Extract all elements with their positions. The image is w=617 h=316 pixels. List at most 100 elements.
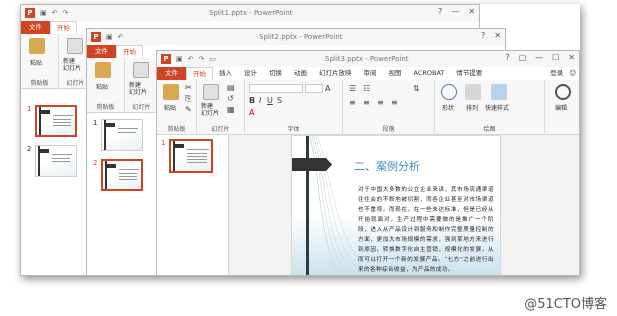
slide-thumbnail-2[interactable] bbox=[101, 159, 143, 191]
user-icon[interactable]: ☺ bbox=[566, 67, 579, 80]
slide-thumbnail-1[interactable] bbox=[101, 119, 143, 151]
tab-home[interactable]: 开始 bbox=[50, 21, 77, 34]
quick-access-toolbar: P ▣ ↶ ↷ ▭ bbox=[161, 54, 216, 64]
help-icon[interactable]: ? bbox=[438, 7, 442, 16]
ribbon-tabs: 文件 开始 插入 设计 切换 动画 幻灯片放映 审阅 视图 ACROBAT 情节… bbox=[157, 67, 579, 80]
undo-icon[interactable]: ↶ bbox=[52, 9, 58, 17]
italic-icon[interactable]: I bbox=[259, 96, 261, 105]
new-slide-label: 新建 幻灯片 bbox=[63, 58, 82, 72]
start-slideshow-icon[interactable]: ▭ bbox=[209, 55, 216, 63]
align-right-icon[interactable]: ≡ bbox=[377, 98, 384, 107]
tab-acrobat[interactable]: ACROBAT bbox=[408, 67, 451, 80]
tab-file[interactable]: 文件 bbox=[21, 21, 50, 34]
powerpoint-logo-icon: P bbox=[25, 8, 35, 18]
new-slide-icon[interactable] bbox=[203, 84, 219, 100]
layout-icon[interactable]: ▤ bbox=[227, 83, 235, 92]
screenshot-stage: P ▣ ↶ ↷ Split1.pptx - PowerPoint ? — ✕ 文… bbox=[0, 0, 617, 316]
paste-icon[interactable] bbox=[95, 62, 111, 78]
slide-thumbnail-content bbox=[171, 141, 211, 171]
paragraph-group: ☰ ☷ ≡ ≡ ≡ ≡ ⇅ 段落 bbox=[343, 80, 435, 135]
font-name-box[interactable] bbox=[249, 84, 303, 93]
save-icon[interactable]: ▣ bbox=[106, 33, 113, 41]
strikethrough-icon[interactable]: S bbox=[277, 96, 282, 105]
slide-thumbnail-1[interactable] bbox=[169, 139, 213, 173]
tab-slideshow[interactable]: 幻灯片放映 bbox=[313, 67, 358, 80]
slides-group: 新建 幻灯片 ▤ ↺ ▦ 幻灯片 bbox=[197, 80, 245, 135]
slide-heading[interactable]: 二、案例分析 bbox=[354, 158, 420, 174]
clipboard-group-label: 剪贴板 bbox=[167, 126, 186, 133]
editing-group: 编辑 bbox=[545, 80, 579, 135]
slide-body-text[interactable]: 对于中国大多数的公立企业来讲，其市场流通渠道往往会的不断地被切割，而各企业甚至对… bbox=[358, 185, 494, 275]
redo-icon[interactable]: ↷ bbox=[199, 55, 205, 63]
tab-view[interactable]: 视图 bbox=[383, 67, 408, 80]
tab-transitions[interactable]: 切换 bbox=[263, 67, 288, 80]
slide-thumbnail-1[interactable] bbox=[35, 105, 77, 137]
tab-insert[interactable]: 插入 bbox=[213, 67, 238, 80]
align-left-icon[interactable]: ≡ bbox=[349, 98, 356, 107]
slide-arrow-shape bbox=[292, 158, 332, 171]
minimize-icon[interactable]: — bbox=[451, 7, 459, 16]
title-bar: P ▣ ↶ ↷ ▭ Split3.pptx - PowerPoint ? ▢ —… bbox=[157, 51, 579, 67]
slide-1[interactable]: 二、案例分析 对于中国大多数的公立企业来讲，其市场流通渠道往往会的不断地被切割，… bbox=[291, 135, 501, 275]
tab-design[interactable]: 设计 bbox=[238, 67, 263, 80]
find-icon[interactable] bbox=[555, 84, 571, 100]
tab-file[interactable]: 文件 bbox=[157, 67, 186, 80]
close-icon[interactable]: ✕ bbox=[494, 31, 501, 40]
help-icon[interactable]: ? bbox=[505, 53, 509, 62]
close-icon[interactable]: ✕ bbox=[468, 7, 475, 16]
ribbon-display-icon[interactable]: ▢ bbox=[519, 53, 527, 62]
help-icon[interactable]: ? bbox=[481, 31, 485, 40]
numbering-icon[interactable]: ☷ bbox=[363, 84, 370, 93]
shapes-icon[interactable] bbox=[441, 84, 457, 100]
minimize-icon[interactable]: — bbox=[535, 53, 543, 62]
copy-icon[interactable]: ⎘ bbox=[185, 94, 191, 104]
clear-format-icon[interactable]: A bbox=[325, 84, 330, 93]
login-link[interactable]: 登录 bbox=[547, 67, 566, 80]
new-slide-icon[interactable] bbox=[133, 62, 149, 78]
format-painter-icon[interactable]: ✎ bbox=[185, 105, 192, 114]
save-icon[interactable]: ▣ bbox=[176, 55, 183, 63]
save-icon[interactable]: ▣ bbox=[40, 9, 47, 17]
text-direction-icon[interactable]: ⇅ bbox=[413, 84, 420, 93]
quick-styles-icon[interactable] bbox=[491, 84, 507, 100]
title-bar: P ▣ ↶ ↷ Split1.pptx - PowerPoint ? — ✕ bbox=[21, 5, 479, 21]
tab-storyboarding[interactable]: 情节提要 bbox=[450, 67, 488, 80]
editing-label: 编辑 bbox=[555, 105, 568, 112]
redo-icon[interactable]: ↷ bbox=[63, 9, 69, 17]
underline-icon[interactable]: U bbox=[267, 96, 273, 105]
tab-review[interactable]: 审阅 bbox=[358, 67, 383, 80]
bullets-icon[interactable]: ☰ bbox=[349, 84, 356, 93]
arrange-icon[interactable] bbox=[465, 84, 481, 100]
slide-number: 2 bbox=[93, 159, 98, 167]
undo-icon[interactable]: ↶ bbox=[118, 33, 124, 41]
close-icon[interactable]: ✕ bbox=[568, 53, 575, 62]
bold-icon[interactable]: B bbox=[249, 96, 255, 105]
tab-file[interactable]: 文件 bbox=[87, 45, 116, 58]
powerpoint-logo-icon: P bbox=[91, 32, 101, 42]
tab-animations[interactable]: 动画 bbox=[288, 67, 313, 80]
paste-icon[interactable] bbox=[163, 84, 179, 100]
slide-thumbnail-2[interactable] bbox=[35, 145, 77, 177]
powerpoint-window-split3: P ▣ ↶ ↷ ▭ Split3.pptx - PowerPoint ? ▢ —… bbox=[156, 50, 580, 276]
windows-composite: P ▣ ↶ ↷ Split1.pptx - PowerPoint ? — ✕ 文… bbox=[20, 4, 580, 276]
cut-icon[interactable]: ✂ bbox=[185, 83, 192, 92]
section-icon[interactable]: ▦ bbox=[227, 105, 235, 114]
undo-icon[interactable]: ↶ bbox=[188, 55, 194, 63]
tab-home[interactable]: 开始 bbox=[186, 67, 213, 80]
justify-icon[interactable]: ≡ bbox=[391, 98, 398, 107]
font-color-icon[interactable]: A bbox=[249, 108, 254, 117]
new-slide-icon[interactable] bbox=[67, 38, 83, 54]
font-size-box[interactable] bbox=[305, 84, 323, 93]
paste-icon[interactable] bbox=[29, 38, 45, 54]
new-slide-label: 新建 幻灯片 bbox=[201, 103, 220, 117]
drawing-group: 形状 排列 快速样式 绘图 bbox=[435, 80, 545, 135]
maximize-icon[interactable]: ☐ bbox=[552, 53, 559, 62]
slide-number: 1 bbox=[93, 119, 98, 127]
paste-label: 粘贴 bbox=[96, 84, 109, 91]
window-controls: ? ✕ bbox=[481, 31, 501, 40]
slides-group-label: 幻灯片 bbox=[211, 126, 230, 133]
align-center-icon[interactable]: ≡ bbox=[363, 98, 370, 107]
title-bar: P ▣ ↶ Split2.pptx - PowerPoint ? ✕ bbox=[87, 29, 505, 45]
tab-home[interactable]: 开始 bbox=[116, 45, 143, 58]
reset-icon[interactable]: ↺ bbox=[227, 94, 234, 103]
